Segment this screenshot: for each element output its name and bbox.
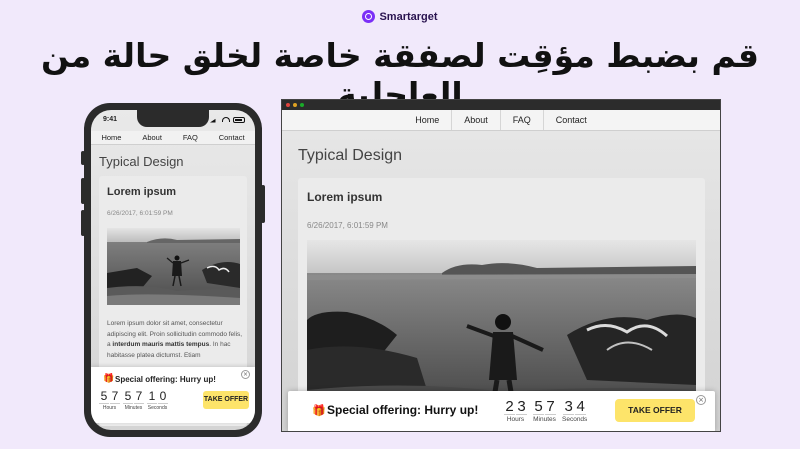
countdown-label: Seconds [147,405,168,411]
wifi-icon [222,117,230,122]
window-titlebar [282,100,720,110]
minimize-dot[interactable] [293,103,297,107]
nav-contact[interactable]: Contact [544,110,599,130]
countdown-digit: 3 [563,398,575,415]
countdown-hours: 57 Hours [99,389,120,411]
countdown-hours: 23 Hours [504,398,527,423]
phone-notch [137,110,209,127]
countdown-digit: 1 [147,389,157,404]
phone-side-button [81,178,85,204]
countdown-digit: 0 [158,389,168,404]
battery-icon [233,116,245,123]
countdown-label: Hours [506,416,525,423]
article-title: Lorem ipsum [307,190,383,204]
site-nav: Home About FAQ Contact [282,110,720,131]
phone-nav: Home About FAQ Contact [91,131,255,145]
beach-photo [107,228,240,305]
countdown-digit: 7 [110,389,120,404]
countdown-digit: 5 [533,398,544,415]
popup-title: Special offering: Hurry up! [327,403,479,417]
article-date: 6/26/2017, 6:01:59 PM [107,210,173,217]
article-body-bold: interdum mauris mattis tempus [112,341,210,348]
countdown-digit: 7 [545,398,556,415]
nav-faq[interactable]: FAQ [501,110,544,130]
countdown-label: Seconds [562,416,588,423]
nav-contact[interactable]: Contact [219,131,245,144]
phone-side-button [261,185,265,223]
status-time: 9:41 [103,116,118,123]
phone-mockup: 9:41 Home About FAQ Contact Typical Desi… [81,103,265,437]
countdown-popup: 🎁 Special offering: Hurry up! × 57 Hours… [91,367,255,423]
countdown-digit: 7 [134,389,144,404]
close-icon[interactable]: × [696,395,706,405]
countdown-minutes: 57 Minutes [123,389,144,411]
close-icon[interactable]: × [241,370,250,379]
signal-icon [210,116,219,123]
article-title: Lorem ipsum [107,186,177,198]
countdown-timer: 23 Hours 57 Minutes 34 Seconds [504,398,587,423]
phone-screen: 9:41 Home About FAQ Contact Typical Desi… [91,110,255,430]
nav-about[interactable]: About [142,131,162,144]
brand: Smartarget [0,10,800,23]
take-offer-button[interactable]: TAKE OFFER [203,391,249,409]
phone-side-button [81,210,85,236]
phone-side-button [81,151,85,165]
nav-faq[interactable]: FAQ [183,131,198,144]
countdown-digit: 3 [516,398,527,415]
countdown-seconds: 10 Seconds [147,389,168,411]
article-date: 6/26/2017, 6:01:59 PM [307,221,388,230]
countdown-label: Hours [102,405,117,411]
popup-title: Special offering: Hurry up! [115,375,216,384]
countdown-label: Minutes [124,405,143,411]
nav-home[interactable]: Home [101,131,121,144]
browser-window: Home About FAQ Contact Typical Design Lo… [281,99,721,432]
countdown-digit: 5 [123,389,133,404]
countdown-minutes: 57 Minutes [533,398,556,423]
countdown-label: Minutes [533,416,556,423]
nav-home[interactable]: Home [403,110,453,130]
countdown-seconds: 34 Seconds [562,398,587,423]
brand-name: Smartarget [379,10,438,23]
close-dot[interactable] [286,103,290,107]
gift-icon: 🎁 [312,404,326,417]
gift-icon: 🎁 [103,374,115,384]
countdown-digit: 5 [99,389,109,404]
article-body: Lorem ipsum dolor sit amet, consectetur … [107,320,243,359]
countdown-timer: 57 Hours 57 Minutes 10 Seconds [99,389,168,411]
page-title: Typical Design [99,154,184,169]
target-icon [362,10,376,23]
page-title: Typical Design [298,147,403,164]
take-offer-button[interactable]: TAKE OFFER [615,399,695,422]
nav-about[interactable]: About [452,110,501,130]
countdown-digit: 2 [504,398,515,415]
maximize-dot[interactable] [300,103,304,107]
countdown-digit: 4 [575,398,587,415]
countdown-popup: 🎁 Special offering: Hurry up! 23 Hours 5… [288,391,715,431]
